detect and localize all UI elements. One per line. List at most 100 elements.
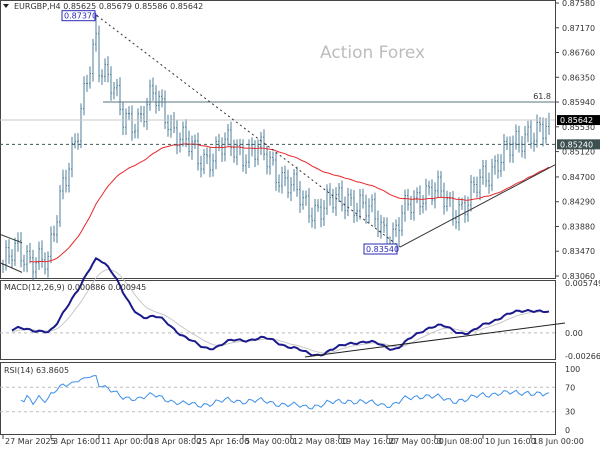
ohlc-bar (68, 162, 70, 193)
macd-tick-label: 0.00 (565, 329, 583, 338)
ohlc-bar (47, 251, 49, 278)
rsi-tick-label: 0 (565, 426, 570, 435)
ohlc-bar (38, 241, 40, 271)
ohlc-bar (443, 182, 445, 215)
time-label: 25 Apr 16:00 (197, 437, 249, 446)
ohlc-bar (266, 145, 268, 175)
ohlc-bar (269, 150, 271, 175)
macd-trendline (304, 322, 566, 358)
ohlc-bar (305, 190, 307, 206)
ohlc-bar (425, 178, 427, 211)
ohlc-bar (143, 105, 145, 128)
ohlc-bar (29, 243, 31, 264)
ohlc-bar (488, 172, 490, 194)
time-label: 3 Apr 16:00 (53, 437, 100, 446)
ohlc-bar (179, 132, 181, 153)
ohlc-bar (359, 188, 361, 220)
ohlc-bar (449, 191, 451, 207)
ohlc-bar (533, 132, 535, 152)
ohlc-bar (275, 151, 277, 191)
ohlc-bar (281, 166, 283, 194)
channel-line (0, 233, 23, 244)
ohlc-bar (398, 217, 400, 248)
ohlc-bar (350, 189, 352, 207)
ohlc-bar (14, 237, 16, 266)
ohlc-bar (434, 182, 436, 209)
time-label: 18 Apr 08:00 (149, 437, 201, 446)
price-tick-label: 0.84700 (562, 173, 595, 182)
ohlc-bar (311, 207, 313, 228)
ohlc-bar (173, 112, 175, 134)
ohlc-bar (521, 136, 523, 158)
ohlc-bar (335, 187, 337, 216)
ohlc-bar (293, 168, 295, 192)
ohlc-bar (8, 239, 10, 264)
ohlc-bar (107, 56, 109, 83)
dropdown-triangle-icon[interactable] (3, 4, 9, 8)
ohlc-bar (539, 117, 541, 132)
ohlc-bar (53, 225, 55, 242)
ohlc-bar (272, 151, 274, 166)
ohlc-bar (413, 190, 415, 221)
ohlc-bar (542, 117, 544, 147)
time-label: 18 Jun 00:00 (533, 437, 584, 446)
ohlc-bar (92, 38, 94, 82)
ohlc-bar (494, 155, 496, 175)
ohlc-bar (218, 133, 220, 152)
ohlc-bar (437, 170, 439, 198)
ohlc-bar (278, 174, 280, 193)
ohlc-bar (362, 188, 364, 209)
ohlc-bar (101, 69, 103, 85)
ohlc-bar (536, 114, 538, 148)
swing-high-label: 0.87370 (64, 12, 97, 21)
ohlc-bar (137, 108, 139, 139)
time-label: 3 Jun 08:00 (437, 437, 483, 446)
ohlc-bar (374, 192, 376, 228)
price-tick-label: 0.84290 (562, 198, 595, 207)
ohlc-bar (341, 180, 343, 212)
fib-label: 61.8 (533, 92, 551, 101)
ohlc-bar (200, 155, 202, 178)
ohlc-bar (368, 198, 370, 224)
time-label: 10 Jun 16:00 (485, 437, 536, 446)
ohlc-bar (116, 78, 118, 97)
ohlc-bar (257, 139, 259, 166)
ohlc-bar (548, 112, 550, 135)
price-tick-label: 0.87170 (562, 24, 595, 33)
ohlc-bar (353, 189, 355, 223)
ohlc-bar (197, 132, 199, 171)
ohlc-bar (80, 103, 82, 149)
support-price-tag-label: 0.85240 (560, 140, 593, 149)
ohlc-bar (113, 82, 115, 100)
ohlc-bar (317, 199, 319, 212)
ohlc-low: 0.85586 (134, 2, 167, 11)
ohlc-bar (35, 257, 37, 279)
ohlc-bar (515, 124, 517, 150)
ohlc-bar (32, 249, 34, 281)
eurgbp-h4-chart: 61.8 0.87370 0.83540 0.87580 0.87170 0.86760… (0, 0, 600, 446)
macd-panel-frame (0, 280, 556, 360)
ohlc-bar (11, 249, 13, 268)
ohlc-bar (383, 217, 385, 234)
ohlc-bar (455, 210, 457, 230)
ohlc-bar (188, 130, 190, 157)
ohlc-bar (122, 101, 124, 136)
ohlc-bar (302, 190, 304, 210)
current-price-tag-label: 0.85642 (560, 116, 593, 125)
ohlc-bar (245, 154, 247, 175)
ohlc-bar (419, 185, 421, 216)
ohlc-bar (125, 108, 127, 135)
macd-tick-label: 0.005749 (565, 279, 600, 288)
ohlc-bar (296, 166, 298, 197)
ohlc-bar (206, 147, 208, 165)
time-label: 5 May 00:00 (245, 437, 295, 446)
price-tick-label: 0.83880 (562, 222, 595, 231)
chart-symbol: EURGBP,H4 (14, 2, 61, 11)
ohlc-bar (509, 136, 511, 163)
ohlc-bar (212, 153, 214, 177)
ohlc-bar (26, 244, 28, 273)
symbol-header: EURGBP,H4 0.85625 0.85679 0.85586 0.8564… (14, 2, 203, 11)
ohlc-bar (527, 120, 529, 143)
ohlc-bar (98, 25, 100, 83)
ohlc-bar (194, 134, 196, 149)
